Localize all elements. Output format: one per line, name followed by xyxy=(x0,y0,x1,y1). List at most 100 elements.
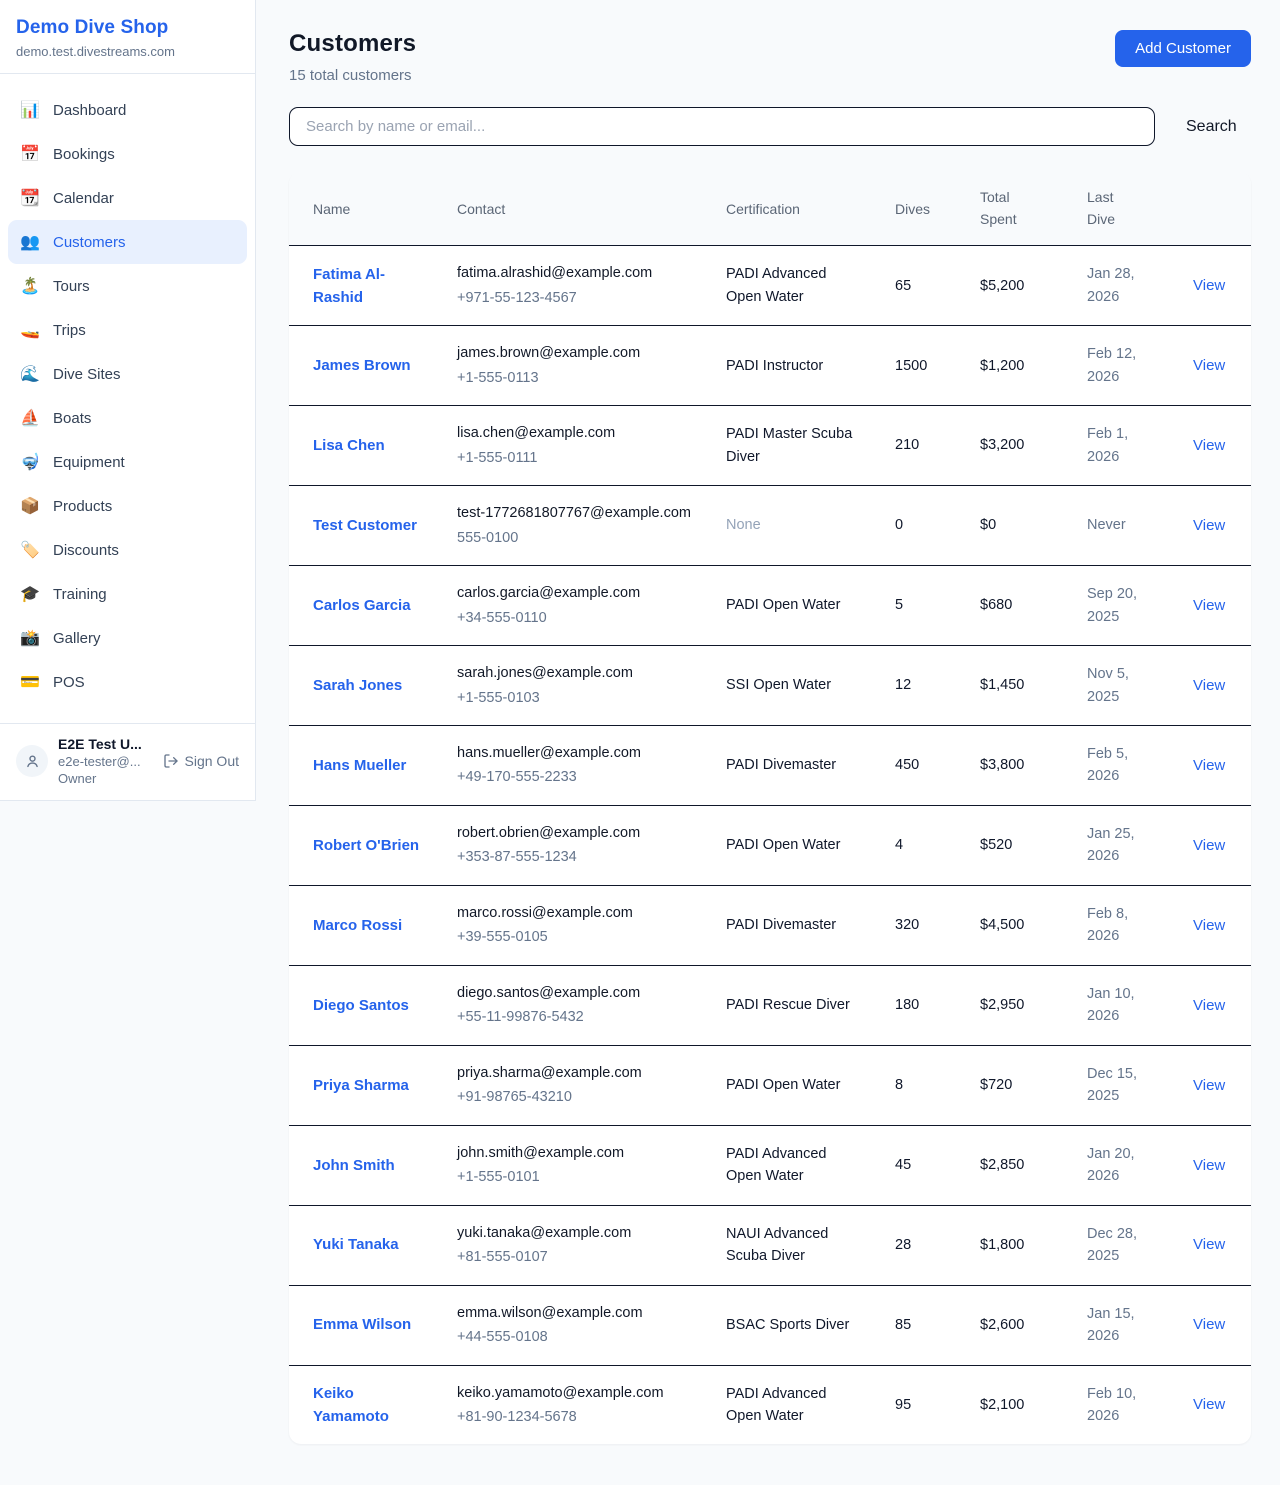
customer-certification: None xyxy=(710,486,879,566)
page-title: Customers xyxy=(289,30,416,58)
customer-dives: 85 xyxy=(879,1285,964,1365)
customer-contact-cell: keiko.yamamoto@example.com +81-90-1234-5… xyxy=(441,1365,710,1444)
customer-email: priya.sharma@example.com xyxy=(457,1062,694,1084)
customer-email: marco.rossi@example.com xyxy=(457,902,694,924)
customer-email: keiko.yamamoto@example.com xyxy=(457,1382,694,1404)
customer-name-link[interactable]: John Smith xyxy=(289,1125,441,1205)
view-link[interactable]: View xyxy=(1177,486,1251,566)
customer-total-spent: $5,200 xyxy=(964,246,1071,326)
customer-name-link[interactable]: Yuki Tanaka xyxy=(289,1205,441,1285)
customer-total-spent: $2,850 xyxy=(964,1125,1071,1205)
sidebar-item-label: Bookings xyxy=(53,146,115,163)
customer-name-link[interactable]: Fatima Al-Rashid xyxy=(289,246,441,326)
customer-name-link[interactable]: James Brown xyxy=(289,326,441,406)
sidebar-item-bookings[interactable]: 📅 Bookings xyxy=(8,132,247,176)
view-link[interactable]: View xyxy=(1177,566,1251,646)
sidebar-item-trips[interactable]: 🚤 Trips xyxy=(8,308,247,352)
customer-name-link[interactable]: Test Customer xyxy=(289,486,441,566)
sidebar-item-label: Trips xyxy=(53,322,86,339)
sidebar-item-equipment[interactable]: 🤿 Equipment xyxy=(8,440,247,484)
customer-email: fatima.alrashid@example.com xyxy=(457,262,694,284)
customer-name-link[interactable]: Emma Wilson xyxy=(289,1285,441,1365)
sidebar-item-discounts[interactable]: 🏷️ Discounts xyxy=(8,528,247,572)
view-link[interactable]: View xyxy=(1177,406,1251,486)
customer-last-dive: Jan 25, 2026 xyxy=(1071,805,1177,885)
table-row: Emma Wilson emma.wilson@example.com +44-… xyxy=(289,1285,1251,1365)
customer-contact-cell: robert.obrien@example.com +353-87-555-12… xyxy=(441,805,710,885)
customer-last-dive: Never xyxy=(1071,486,1177,566)
customer-name-link[interactable]: Lisa Chen xyxy=(289,406,441,486)
table-row: Keiko Yamamoto keiko.yamamoto@example.co… xyxy=(289,1365,1251,1444)
sidebar-item-label: Products xyxy=(53,498,112,515)
customer-phone: +91-98765-43210 xyxy=(457,1086,694,1108)
sidebar-item-dive-sites[interactable]: 🌊 Dive Sites xyxy=(8,352,247,396)
customer-last-dive: Sep 20, 2025 xyxy=(1071,566,1177,646)
sidebar-item-tours[interactable]: 🏝️ Tours xyxy=(8,264,247,308)
view-link[interactable]: View xyxy=(1177,1365,1251,1444)
sidebar-item-boats[interactable]: ⛵ Boats xyxy=(8,396,247,440)
view-link[interactable]: View xyxy=(1177,326,1251,406)
customer-email: test-1772681807767@example.com xyxy=(457,502,694,524)
customer-total-spent: $2,950 xyxy=(964,965,1071,1045)
table-row: Yuki Tanaka yuki.tanaka@example.com +81-… xyxy=(289,1205,1251,1285)
sidebar-item-label: Discounts xyxy=(53,542,119,559)
view-link[interactable]: View xyxy=(1177,1045,1251,1125)
sidebar-item-products[interactable]: 📦 Products xyxy=(8,484,247,528)
customer-name-link[interactable]: Marco Rossi xyxy=(289,885,441,965)
col-header-certification: Certification xyxy=(710,172,879,246)
customers-table: Name Contact Certification Dives Total S… xyxy=(289,172,1251,1444)
customer-last-dive: Jan 15, 2026 xyxy=(1071,1285,1177,1365)
customer-total-spent: $3,800 xyxy=(964,726,1071,806)
sidebar-item-calendar[interactable]: 📆 Calendar xyxy=(8,176,247,220)
customer-contact-cell: lisa.chen@example.com +1-555-0111 xyxy=(441,406,710,486)
customer-count: 15 total customers xyxy=(289,67,416,84)
customer-name-link[interactable]: Robert O'Brien xyxy=(289,805,441,885)
customer-last-dive: Dec 28, 2025 xyxy=(1071,1205,1177,1285)
sidebar-item-label: Boats xyxy=(53,410,91,427)
customer-name-link[interactable]: Hans Mueller xyxy=(289,726,441,806)
sidebar-item-gallery[interactable]: 📸 Gallery xyxy=(8,616,247,660)
search-input[interactable] xyxy=(289,107,1155,146)
nav-icon: 🌊 xyxy=(18,366,42,382)
customer-contact-cell: james.brown@example.com +1-555-0113 xyxy=(441,326,710,406)
customer-name-link[interactable]: Carlos Garcia xyxy=(289,566,441,646)
customer-name-link[interactable]: Sarah Jones xyxy=(289,646,441,726)
customer-certification: NAUI Advanced Scuba Diver xyxy=(710,1205,879,1285)
customer-dives: 65 xyxy=(879,246,964,326)
customer-phone: +81-90-1234-5678 xyxy=(457,1406,694,1428)
customer-name-link[interactable]: Keiko Yamamoto xyxy=(289,1365,441,1444)
sidebar-item-label: Gallery xyxy=(53,630,101,647)
customer-email: yuki.tanaka@example.com xyxy=(457,1222,694,1244)
sign-out-button[interactable]: Sign Out xyxy=(163,753,239,769)
view-link[interactable]: View xyxy=(1177,805,1251,885)
customer-last-dive: Feb 1, 2026 xyxy=(1071,406,1177,486)
customer-name-link[interactable]: Priya Sharma xyxy=(289,1045,441,1125)
sidebar-item-pos[interactable]: 💳 POS xyxy=(8,660,247,704)
view-link[interactable]: View xyxy=(1177,246,1251,326)
page-header: Customers 15 total customers Add Custome… xyxy=(289,30,1251,84)
customer-dives: 45 xyxy=(879,1125,964,1205)
nav-icon: 👥 xyxy=(18,234,42,250)
table-header: Name Contact Certification Dives Total S… xyxy=(289,172,1251,246)
table-row: Hans Mueller hans.mueller@example.com +4… xyxy=(289,726,1251,806)
customer-last-dive: Dec 15, 2025 xyxy=(1071,1045,1177,1125)
user-meta: E2E Test U... e2e-tester@... Owner xyxy=(58,736,153,786)
sidebar-item-training[interactable]: 🎓 Training xyxy=(8,572,247,616)
view-link[interactable]: View xyxy=(1177,885,1251,965)
add-customer-button[interactable]: Add Customer xyxy=(1115,30,1251,67)
person-icon xyxy=(24,753,41,770)
view-link[interactable]: View xyxy=(1177,965,1251,1045)
customer-phone: +55-11-99876-5432 xyxy=(457,1006,694,1028)
view-link[interactable]: View xyxy=(1177,1205,1251,1285)
search-button[interactable]: Search xyxy=(1186,118,1237,136)
customer-contact-cell: john.smith@example.com +1-555-0101 xyxy=(441,1125,710,1205)
view-link[interactable]: View xyxy=(1177,1125,1251,1205)
view-link[interactable]: View xyxy=(1177,726,1251,806)
customer-contact-cell: test-1772681807767@example.com 555-0100 xyxy=(441,486,710,566)
sidebar-item-dashboard[interactable]: 📊 Dashboard xyxy=(8,88,247,132)
sidebar-item-customers[interactable]: 👥 Customers xyxy=(8,220,247,264)
view-link[interactable]: View xyxy=(1177,1285,1251,1365)
customer-name-link[interactable]: Diego Santos xyxy=(289,965,441,1045)
view-link[interactable]: View xyxy=(1177,646,1251,726)
customer-dives: 8 xyxy=(879,1045,964,1125)
